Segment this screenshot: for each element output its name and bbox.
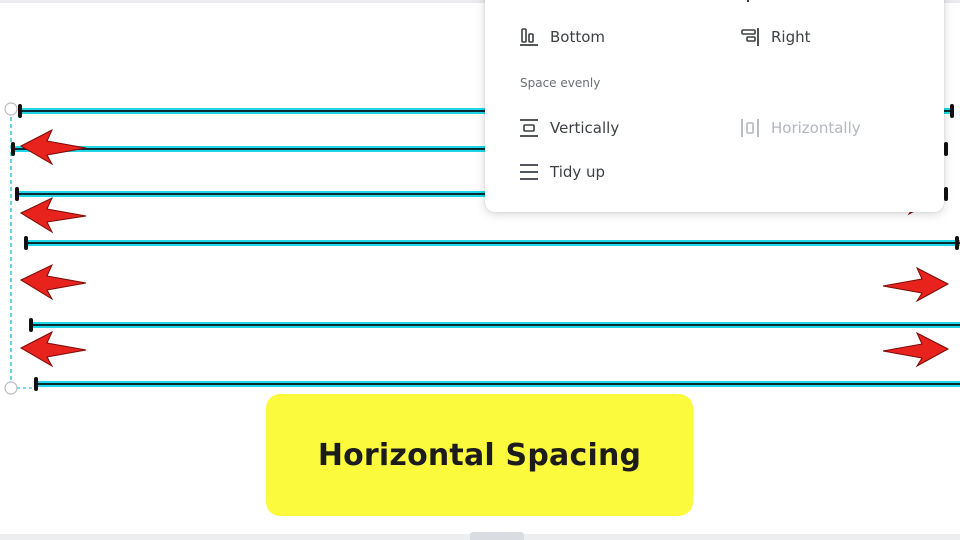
design-canvas[interactable]: Bottom Right Space evenly Vertically Hor… (0, 0, 960, 540)
horizontal-line-4[interactable] (24, 236, 960, 250)
align-right-icon (741, 28, 759, 46)
horizontal-line-6[interactable] (34, 377, 960, 391)
space-evenly-heading: Space evenly (520, 76, 601, 90)
caption-text: Horizontal Spacing (317, 437, 642, 473)
space-vertically-icon (520, 119, 538, 137)
tidy-up-label: Tidy up (550, 163, 606, 181)
align-bottom-item[interactable]: Bottom (518, 22, 605, 52)
red-arrow-icon (19, 128, 87, 166)
red-arrow-icon (19, 330, 87, 368)
red-arrow-icon (19, 263, 87, 301)
align-bottom-icon (520, 28, 538, 46)
space-vertically-label: Vertically (550, 119, 620, 137)
space-horizontally-item: Horizontally (739, 113, 861, 143)
top-item-stub (747, 0, 749, 2)
align-dropdown-menu: Bottom Right Space evenly Vertically Hor… (485, 0, 944, 212)
space-vertically-item[interactable]: Vertically (518, 113, 619, 143)
selection-handle-bottom[interactable] (4, 381, 18, 395)
space-horizontally-icon (741, 119, 759, 137)
red-arrow-icon (882, 331, 950, 368)
tidy-up-item[interactable]: Tidy up (518, 157, 605, 187)
align-bottom-label: Bottom (550, 28, 606, 46)
selection-handle-top[interactable] (4, 102, 18, 116)
align-right-label: Right (771, 28, 811, 46)
horizontal-line-5[interactable] (29, 318, 960, 332)
bottom-scroll-handle[interactable] (470, 532, 524, 540)
space-horizontally-label: Horizontally (771, 119, 861, 137)
tidy-up-icon (520, 164, 538, 180)
red-arrow-icon (882, 266, 950, 303)
caption-box: Horizontal Spacing (266, 394, 693, 516)
align-right-item[interactable]: Right (739, 22, 811, 52)
red-arrow-icon (19, 196, 87, 234)
